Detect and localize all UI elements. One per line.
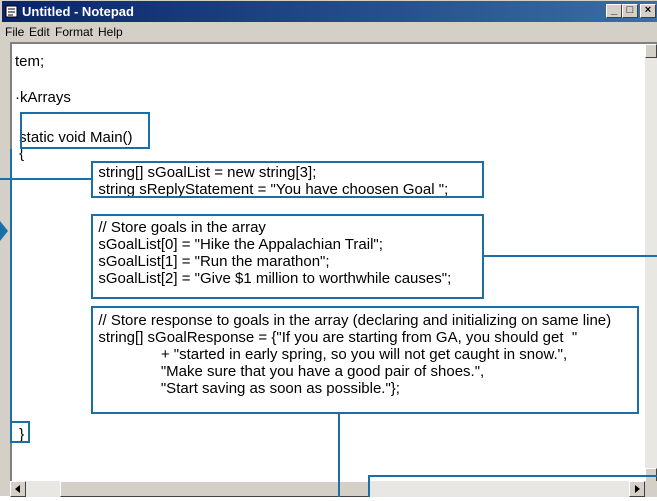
maximize-button[interactable]: □ — [622, 4, 638, 18]
notepad-icon — [5, 5, 18, 18]
close-button[interactable]: × — [640, 4, 656, 18]
menu-bar: File Edit Format Help — [2, 22, 657, 42]
scroll-left-icon[interactable] — [10, 481, 26, 497]
callout-leader-line — [338, 413, 340, 497]
minimize-button[interactable]: _ — [606, 4, 622, 18]
callout-box-store-responses — [91, 306, 639, 414]
title-bar[interactable]: Untitled - Notepad _ □ × — [2, 1, 657, 22]
callout-box-closing-brace — [10, 421, 30, 443]
callout-box-store-goals — [91, 214, 484, 299]
callout-leader-line — [482, 255, 657, 257]
code-line: ·kArrays — [15, 89, 71, 106]
callout-leader-line — [0, 178, 91, 180]
menu-file[interactable]: File — [5, 25, 24, 39]
pointer-arrow-icon — [0, 221, 8, 241]
notepad-window: Untitled - Notepad _ □ × File Edit Forma… — [0, 0, 657, 497]
horizontal-scrollbar[interactable] — [10, 481, 645, 497]
menu-help[interactable]: Help — [98, 25, 123, 39]
vertical-scrollbar[interactable] — [645, 44, 657, 484]
window-title: Untitled - Notepad — [22, 4, 134, 19]
callout-leader-line — [10, 149, 12, 421]
callout-leader-line — [368, 475, 657, 477]
scroll-up-icon[interactable] — [645, 44, 657, 58]
scroll-right-icon[interactable] — [629, 481, 645, 497]
scroll-thumb[interactable] — [60, 481, 370, 497]
code-line: tem; — [15, 53, 45, 70]
menu-format[interactable]: Format — [55, 25, 93, 39]
callout-box-declarations — [91, 161, 484, 198]
callout-leader-line — [368, 475, 370, 497]
callout-box-main — [20, 112, 150, 149]
scrollbar-corner — [645, 481, 657, 497]
menu-edit[interactable]: Edit — [29, 25, 50, 39]
